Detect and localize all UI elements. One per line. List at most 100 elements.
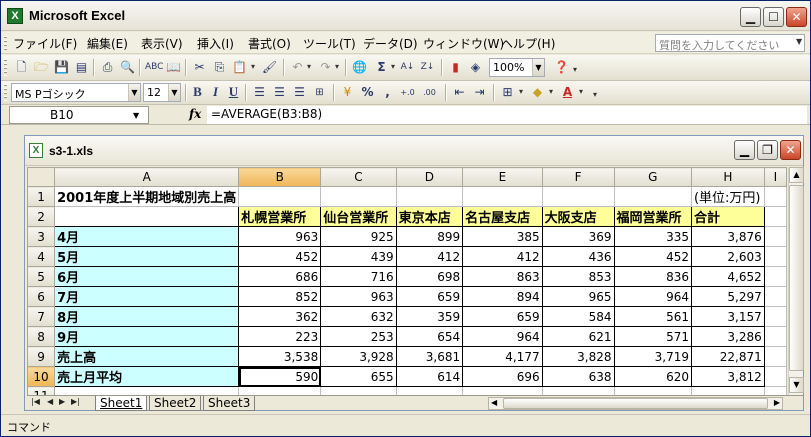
print-icon[interactable]: ⎙ [99, 59, 116, 76]
undo-dropdown-arrow-icon[interactable]: ▾ [307, 62, 311, 71]
row-header[interactable]: 6 [27, 286, 56, 307]
grid-cell[interactable]: 590 [238, 366, 322, 387]
grid-cell[interactable]: 964 [613, 286, 692, 307]
decrease-indent-icon[interactable]: ⇤ [451, 84, 468, 101]
insert-function-icon[interactable]: fx [189, 107, 201, 121]
grid-cell[interactable] [238, 386, 322, 395]
grid-cell[interactable]: 3,719 [613, 346, 692, 367]
zoom-dropdown-arrow-icon[interactable]: ▼ [532, 59, 544, 76]
grid-cell[interactable] [763, 326, 787, 347]
grid-cell[interactable] [54, 206, 240, 227]
scroll-right-arrow-icon[interactable]: ▶ [774, 398, 780, 407]
grid-cell[interactable]: 22,871 [690, 346, 765, 367]
grid-cell[interactable]: 452 [613, 246, 692, 267]
grid-cell[interactable]: 686 [238, 266, 322, 287]
menu-grip-handle[interactable] [4, 36, 7, 50]
grid-cell[interactable]: 7月 [54, 286, 240, 307]
menu-edit[interactable]: 編集(E) [87, 35, 128, 52]
horizontal-scroll-thumb[interactable] [503, 398, 768, 409]
font-size-dropdown-arrow-icon[interactable]: ▼ [168, 84, 180, 101]
scroll-down-arrow-icon[interactable]: ▼ [789, 377, 804, 393]
grid-cell[interactable] [462, 186, 543, 207]
hyperlink-icon[interactable]: 🌐 [351, 59, 368, 76]
grid-cell[interactable]: 3,286 [690, 326, 765, 347]
column-header[interactable]: E [462, 167, 543, 187]
grid-cell[interactable] [462, 386, 543, 395]
grid-cell[interactable]: 584 [541, 306, 615, 327]
grid-cell[interactable] [54, 386, 240, 395]
grid-cell[interactable]: 385 [462, 226, 543, 247]
grid-cell[interactable] [763, 346, 787, 367]
grid-cell[interactable]: 3,538 [238, 346, 322, 367]
chart-wizard-icon[interactable]: ▮ [447, 59, 464, 76]
increase-indent-icon[interactable]: ⇥ [471, 84, 488, 101]
grid-cell[interactable]: 436 [541, 246, 615, 267]
grid-cell[interactable]: 452 [238, 246, 322, 267]
grid-cell[interactable]: 853 [541, 266, 615, 287]
column-header[interactable]: A [54, 167, 240, 187]
grid-cell[interactable] [613, 386, 692, 395]
grid-cell[interactable]: 合計 [690, 206, 765, 227]
grid-cell[interactable]: 659 [462, 306, 543, 327]
redo-icon[interactable]: ↷ [317, 59, 334, 76]
grid-cell[interactable]: 売上月平均 [54, 366, 240, 387]
grid-cell[interactable]: 大阪支店 [541, 206, 615, 227]
vertical-scroll-thumb[interactable] [789, 185, 804, 371]
toolbar-options-arrow-icon[interactable]: ▾ [593, 90, 597, 99]
grid-cell[interactable]: 412 [395, 246, 464, 267]
menu-help[interactable]: ヘルプ(H) [501, 35, 555, 52]
grid-cell[interactable]: 369 [541, 226, 615, 247]
column-header[interactable]: F [541, 167, 615, 187]
column-header[interactable]: I [763, 167, 787, 187]
paste-icon[interactable]: 📋 [231, 59, 248, 76]
toolbar-grip-handle[interactable] [4, 59, 7, 76]
grid-cell[interactable]: 655 [320, 366, 397, 387]
increase-decimal-icon[interactable]: +.0 [399, 84, 416, 101]
grid-cell[interactable]: 名古屋支店 [462, 206, 543, 227]
row-header[interactable]: 10 [27, 366, 56, 387]
grid-cell[interactable]: 659 [395, 286, 464, 307]
grid-cell[interactable]: 4,652 [690, 266, 765, 287]
workbook-close-button[interactable]: ✕ [780, 140, 801, 160]
grid-cell[interactable]: 696 [462, 366, 543, 387]
column-header[interactable]: H [690, 167, 765, 187]
grid-cell[interactable]: 3,928 [320, 346, 397, 367]
grid-cell[interactable]: 620 [613, 366, 692, 387]
fill-color-dropdown-arrow-icon[interactable]: ▾ [549, 87, 553, 96]
sort-ascending-icon[interactable]: A↓ [399, 59, 416, 76]
row-header[interactable]: 2 [27, 206, 56, 227]
grid-cell[interactable]: 698 [395, 266, 464, 287]
grid-cell[interactable]: 632 [320, 306, 397, 327]
grid-cell[interactable]: 963 [320, 286, 397, 307]
menu-data[interactable]: データ(D) [363, 35, 418, 52]
currency-style-icon[interactable]: ¥ [339, 84, 356, 101]
grid-cell[interactable]: 223 [238, 326, 322, 347]
percent-style-button[interactable]: % [359, 84, 376, 101]
zoom-select[interactable]: 100% ▼ [489, 58, 545, 77]
grid-cell[interactable]: 571 [613, 326, 692, 347]
minimize-button[interactable]: ▁ [740, 7, 761, 27]
grid-cell[interactable]: 439 [320, 246, 397, 267]
menu-tools[interactable]: ツール(T) [303, 35, 356, 52]
grid-cell[interactable]: 716 [320, 266, 397, 287]
grid-cell[interactable]: 3,157 [690, 306, 765, 327]
font-color-dropdown-arrow-icon[interactable]: ▾ [579, 87, 583, 96]
grid-cell[interactable]: 614 [395, 366, 464, 387]
grid-cell[interactable]: 4月 [54, 226, 240, 247]
grid-cell[interactable]: 362 [238, 306, 322, 327]
grid-cell[interactable] [238, 186, 322, 207]
new-document-icon[interactable]: 🗋 [13, 59, 30, 76]
help-icon[interactable]: ❓ [553, 59, 570, 76]
grid-cell[interactable]: 2001年度上半期地域別売上高 [54, 186, 240, 207]
autosum-dropdown-arrow-icon[interactable]: ▾ [391, 62, 395, 71]
menu-insert[interactable]: 挿入(I) [197, 35, 234, 52]
grid-cell[interactable]: 654 [395, 326, 464, 347]
autosum-icon[interactable]: Σ [373, 59, 390, 76]
menu-window[interactable]: ウィンドウ(W) [423, 35, 504, 52]
row-header[interactable]: 7 [27, 306, 56, 327]
grid-cell[interactable] [763, 286, 787, 307]
name-box-dropdown-arrow-icon[interactable]: ▼ [133, 111, 139, 120]
select-all-corner[interactable] [27, 167, 56, 187]
toolbar-options-arrow-icon[interactable]: ▾ [573, 65, 577, 74]
column-header[interactable]: C [320, 167, 397, 187]
